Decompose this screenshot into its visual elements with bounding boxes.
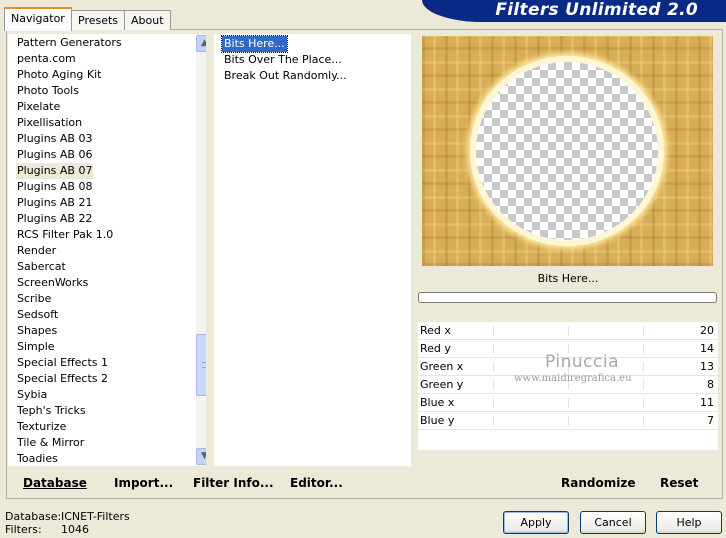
category-item[interactable]: Toadies	[16, 451, 59, 466]
scroll-up-button[interactable]: ▲	[196, 35, 206, 52]
category-item[interactable]: Teph's Tricks	[16, 403, 87, 419]
title-banner: Filters Unlimited 2.0	[422, 0, 726, 22]
status-filters: Filters: 1046	[5, 523, 89, 536]
slider-tick	[493, 344, 494, 354]
slider-tick	[643, 416, 644, 426]
cancel-button[interactable]: Cancel	[580, 511, 646, 534]
parameter-row[interactable]: Blue y 7	[418, 412, 718, 430]
category-item[interactable]: penta.com	[16, 51, 77, 67]
preview-filter-name: Bits Here...	[537, 272, 599, 285]
filter-item[interactable]: Break Out Randomly...	[222, 68, 349, 84]
parameter-row[interactable]: Red x 20	[418, 322, 718, 340]
database-label: Database	[23, 476, 87, 490]
category-item[interactable]: Plugins AB 21	[16, 195, 93, 211]
slider-tick	[643, 326, 644, 336]
parameter-label: Red x	[420, 324, 451, 337]
slider-tick	[568, 398, 569, 408]
category-item[interactable]: Tile & Mirror	[16, 435, 85, 451]
category-item[interactable]: RCS Filter Pak 1.0	[16, 227, 114, 243]
reset-button[interactable]: Reset	[660, 476, 698, 490]
parameter-row[interactable]: Blue x 11	[418, 394, 718, 412]
help-button[interactable]: Help	[656, 511, 722, 534]
filter-preview	[422, 36, 713, 266]
slider-tick	[643, 380, 644, 390]
grip-icon	[202, 362, 206, 368]
watermark-url: www.maidiregrafica.eu	[514, 373, 632, 384]
category-item[interactable]: Special Effects 1	[16, 355, 109, 371]
import-button[interactable]: Import...	[114, 476, 173, 490]
scroll-thumb[interactable]	[196, 334, 206, 396]
slider-tick	[568, 416, 569, 426]
parameter-value: 13	[700, 360, 714, 373]
parameter-label: Blue y	[420, 414, 455, 427]
category-item[interactable]: Plugins AB 08	[16, 179, 93, 195]
category-item[interactable]: Pixellisation	[16, 115, 83, 131]
progress-bar	[418, 292, 717, 303]
category-item[interactable]: Photo Tools	[16, 83, 80, 99]
category-item[interactable]: Texturize	[16, 419, 67, 435]
status-database: Database: ICNET-Filters	[5, 510, 130, 523]
status-filters-label: Filters:	[5, 523, 42, 536]
filter-list[interactable]: Bits Here... Bits Over The Place... Break …	[214, 34, 411, 466]
category-item[interactable]: Simple	[16, 339, 56, 355]
parameter-label: Green y	[420, 378, 464, 391]
chevron-up-icon: ▲	[201, 38, 206, 48]
randomize-button[interactable]: Randomize	[561, 476, 635, 490]
category-item[interactable]: Sedsoft	[16, 307, 59, 323]
slider-tick	[493, 362, 494, 372]
slider-tick	[643, 362, 644, 372]
slider-tick	[493, 416, 494, 426]
category-item[interactable]: Plugins AB 07	[16, 163, 94, 179]
slider-tick	[493, 326, 494, 336]
filter-item[interactable]: Bits Over The Place...	[222, 52, 344, 68]
parameter-panel: Red x 20 Red y 14 Green x 13 Green y 8 Blue x 11 B…	[418, 322, 718, 450]
slider-tick	[643, 398, 644, 408]
category-item[interactable]: Photo Aging Kit	[16, 67, 102, 83]
parameter-value: 14	[700, 342, 714, 355]
category-scrollbar[interactable]: ▲ ▼	[196, 34, 206, 466]
status-database-value: ICNET-Filters	[61, 510, 130, 523]
parameter-value: 11	[700, 396, 714, 409]
slider-tick	[643, 344, 644, 354]
status-filters-value: 1046	[61, 523, 89, 536]
parameter-value: 20	[700, 324, 714, 337]
tab-presets[interactable]: Presets	[71, 10, 126, 30]
parameter-label: Red y	[420, 342, 451, 355]
filter-item[interactable]: Bits Here...	[221, 35, 288, 53]
parameter-value: 7	[707, 414, 714, 427]
category-item[interactable]: Sybia	[16, 387, 48, 403]
chevron-down-icon: ▼	[201, 451, 206, 461]
watermark-name: Pinuccia	[545, 352, 619, 372]
category-item[interactable]: Plugins AB 22	[16, 211, 93, 227]
category-item[interactable]: Sabercat	[16, 259, 67, 275]
parameter-label: Blue x	[420, 396, 455, 409]
category-item[interactable]: Render	[16, 243, 57, 259]
app-title: Filters Unlimited 2.0	[495, 0, 698, 20]
transparency-checkerboard	[476, 62, 658, 240]
category-item[interactable]: Shapes	[16, 323, 58, 339]
slider-tick	[493, 398, 494, 408]
tab-navigator[interactable]: Navigator	[4, 7, 72, 31]
editor-button[interactable]: Editor...	[290, 476, 343, 490]
category-item[interactable]: Special Effects 2	[16, 371, 109, 387]
category-item[interactable]: Plugins AB 06	[16, 147, 93, 163]
parameter-label: Green x	[420, 360, 464, 373]
slider-tick	[568, 326, 569, 336]
parameter-value: 8	[707, 378, 714, 391]
category-item[interactable]: Pattern Generators	[16, 35, 123, 51]
database-button[interactable]: Database	[23, 476, 87, 490]
category-item[interactable]: Plugins AB 03	[16, 131, 93, 147]
category-item[interactable]: Scribe	[16, 291, 52, 307]
tab-about[interactable]: About	[124, 10, 171, 30]
scroll-down-button[interactable]: ▼	[196, 448, 206, 465]
category-item[interactable]: Pixelate	[16, 99, 61, 115]
status-database-label: Database:	[5, 510, 62, 523]
apply-button[interactable]: Apply	[503, 511, 569, 534]
category-item[interactable]: ScreenWorks	[16, 275, 89, 291]
category-list[interactable]: Pattern Generators penta.com Photo Aging K…	[8, 34, 206, 466]
filter-info-button[interactable]: Filter Info...	[193, 476, 274, 490]
slider-tick	[493, 380, 494, 390]
